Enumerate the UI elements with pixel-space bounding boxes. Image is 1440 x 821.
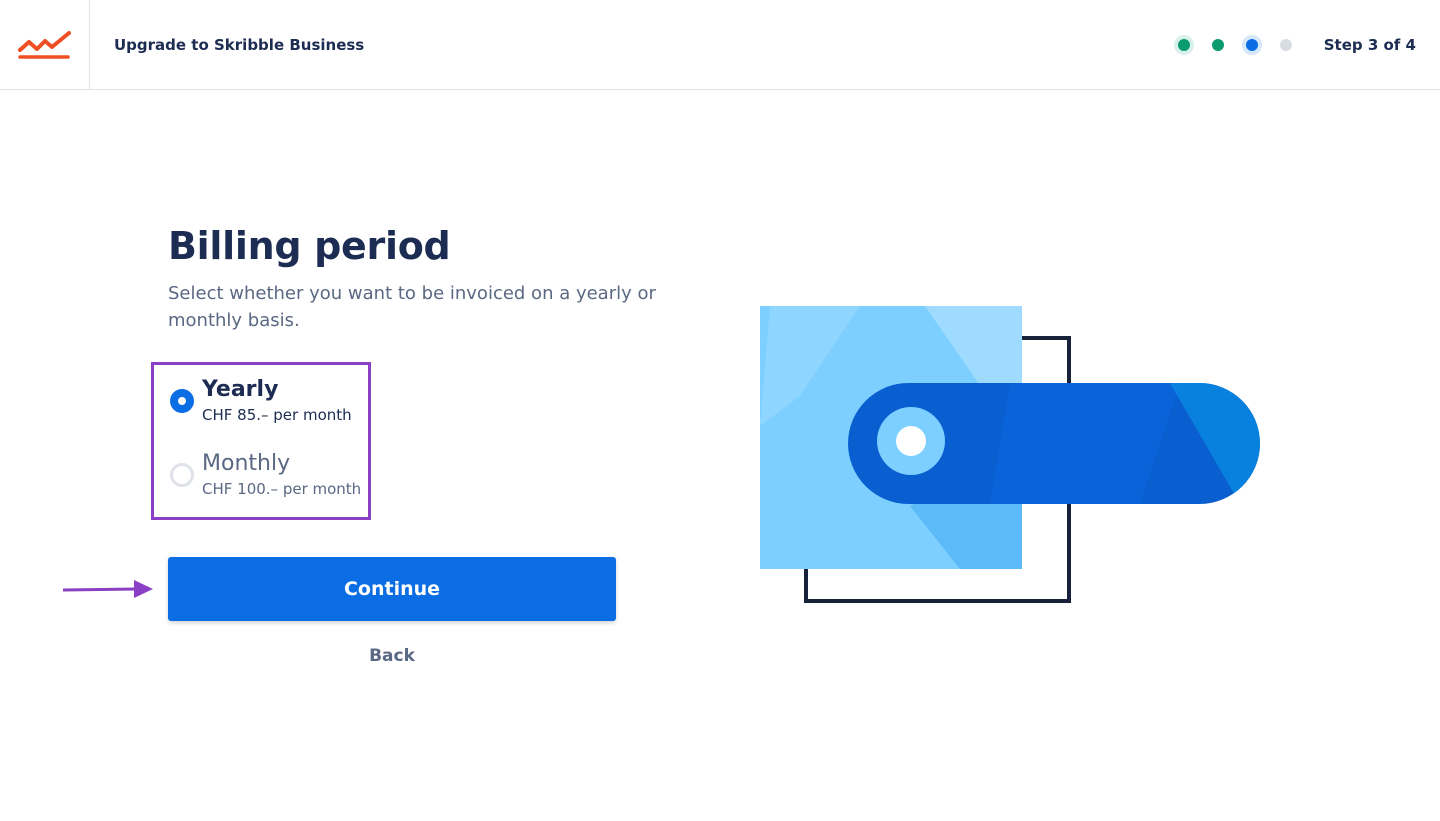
- step-dot-3: [1235, 28, 1269, 62]
- page-title: Billing period: [168, 224, 451, 268]
- radio-yearly[interactable]: [170, 389, 194, 413]
- billing-options-group: Yearly CHF 85.– per month Monthly CHF 10…: [151, 362, 371, 520]
- option-yearly[interactable]: Yearly CHF 85.– per month: [170, 376, 352, 426]
- toggle-switch-illustration: [760, 306, 1260, 603]
- step-dot-2: [1201, 28, 1235, 62]
- option-yearly-label: Yearly: [202, 377, 279, 402]
- step-indicator: Step 3 of 4: [1167, 0, 1416, 90]
- option-monthly-price: CHF 100.– per month: [202, 480, 362, 498]
- top-bar: Upgrade to Skribble Business Step 3 of 4: [0, 0, 1440, 90]
- option-monthly[interactable]: Monthly CHF 100.– per month: [170, 450, 361, 500]
- skribble-logo-icon: [17, 30, 71, 59]
- step-dot-4: [1269, 28, 1303, 62]
- back-link[interactable]: Back: [168, 646, 616, 666]
- logo-container[interactable]: [0, 0, 90, 89]
- continue-button[interactable]: Continue: [168, 557, 616, 621]
- option-monthly-label: Monthly: [202, 451, 291, 476]
- annotation-arrow-icon: [62, 580, 153, 598]
- step-label: Step 3 of 4: [1323, 36, 1416, 54]
- radio-monthly[interactable]: [170, 463, 194, 487]
- step-dot-1: [1167, 28, 1201, 62]
- option-yearly-price: CHF 85.– per month: [202, 406, 352, 424]
- header-title: Upgrade to Skribble Business: [114, 36, 365, 54]
- page-subtitle: Select whether you want to be invoiced o…: [168, 283, 656, 331]
